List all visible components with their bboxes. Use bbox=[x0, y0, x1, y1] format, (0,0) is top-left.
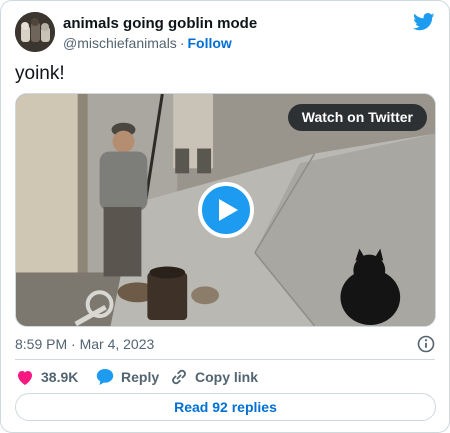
tweet-timestamp[interactable]: 8:59 PM · Mar 4, 2023 bbox=[15, 336, 154, 352]
copy-link-label: Copy link bbox=[195, 369, 259, 385]
divider bbox=[15, 359, 435, 360]
follow-link[interactable]: Follow bbox=[187, 35, 231, 51]
twitter-bird-icon[interactable] bbox=[413, 13, 435, 31]
handle-row: @mischiefanimals · Follow bbox=[63, 34, 257, 52]
timestamp-row: 8:59 PM · Mar 4, 2023 bbox=[15, 334, 435, 354]
speech-bubble-icon bbox=[96, 369, 114, 385]
watch-on-twitter-button[interactable]: Watch on Twitter bbox=[287, 104, 427, 131]
reply-label: Reply bbox=[121, 369, 160, 385]
link-icon bbox=[172, 369, 186, 385]
display-name[interactable]: animals going goblin mode bbox=[63, 15, 257, 33]
tweet-card: animals going goblin mode @mischiefanima… bbox=[0, 0, 450, 433]
copy-link-button[interactable]: Copy link bbox=[169, 367, 269, 387]
avatar[interactable] bbox=[15, 12, 55, 52]
like-count: 38.9K bbox=[41, 369, 79, 385]
tweet-text: yoink! bbox=[15, 63, 65, 84]
tweet-header: animals going goblin mode @mischiefanima… bbox=[15, 11, 435, 55]
video-media[interactable]: Watch on Twitter bbox=[15, 93, 436, 327]
read-replies-button[interactable]: Read 92 replies bbox=[15, 393, 436, 421]
author-handle[interactable]: @mischiefanimals bbox=[63, 35, 177, 51]
play-icon bbox=[219, 199, 238, 221]
info-icon[interactable] bbox=[417, 335, 435, 353]
heart-icon bbox=[18, 371, 32, 385]
action-bar: 38.9K Reply Copy link bbox=[15, 367, 435, 387]
reply-button[interactable]: Reply bbox=[95, 367, 175, 387]
play-button[interactable] bbox=[198, 182, 254, 238]
author-block: animals going goblin mode @mischiefanima… bbox=[63, 15, 257, 52]
like-button[interactable]: 38.9K bbox=[15, 367, 87, 387]
separator-dot: · bbox=[179, 35, 185, 51]
